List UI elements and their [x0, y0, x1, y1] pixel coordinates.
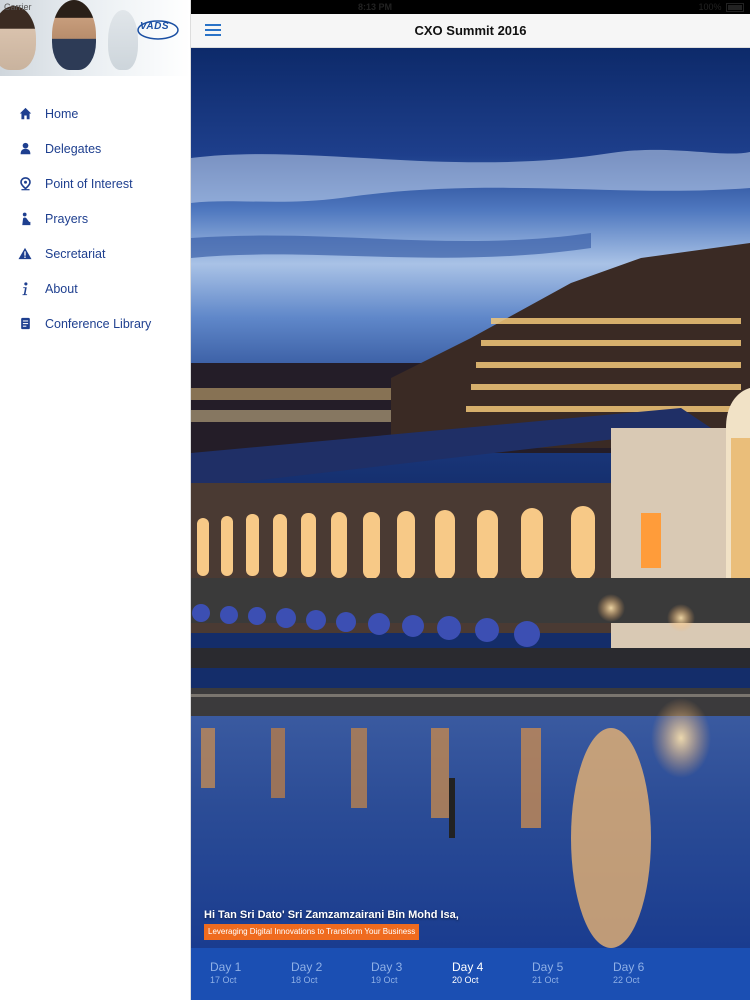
- day-date: 21 Oct: [532, 975, 559, 985]
- sidebar-nav: Home Delegates Point of Interest Prayers…: [0, 96, 190, 341]
- sidebar-item-prayers[interactable]: Prayers: [0, 201, 190, 236]
- map-pin-icon: [18, 176, 32, 191]
- clock: 8:13 PM: [357, 2, 392, 12]
- day-date: 19 Oct: [371, 975, 398, 985]
- hero-image: [191, 48, 750, 948]
- sidebar-item-conference-library[interactable]: Conference Library: [0, 306, 190, 341]
- city-night-photo: [191, 48, 750, 948]
- sidebar-item-label: About: [45, 281, 78, 296]
- greeting-text: Hi Tan Sri Dato' Sri Zamzamzairani Bin M…: [204, 909, 459, 921]
- sidebar: VADS Home Delegates Point of Interest Pr…: [0, 0, 191, 1000]
- sidebar-item-about[interactable]: About: [0, 271, 190, 306]
- battery-percent: 100%: [698, 2, 722, 12]
- day-label: Day 5: [532, 960, 564, 974]
- tab-day-5[interactable]: Day 5 21 Oct: [532, 960, 594, 985]
- sidebar-item-label: Point of Interest: [45, 176, 133, 191]
- tab-day-6[interactable]: Day 6 22 Oct: [613, 960, 675, 985]
- sidebar-item-home[interactable]: Home: [0, 96, 190, 131]
- day-label: Day 1: [210, 960, 242, 974]
- tab-day-4[interactable]: Day 4 20 Oct: [452, 960, 514, 985]
- info-icon: [18, 281, 32, 296]
- battery-icon: [726, 3, 744, 13]
- day-date: 20 Oct: [452, 975, 479, 985]
- sidebar-item-label: Home: [45, 106, 79, 121]
- day-date: 22 Oct: [613, 975, 640, 985]
- banner-photo-person: [108, 10, 138, 70]
- day-label: Day 6: [613, 960, 645, 974]
- sidebar-item-label: Conference Library: [45, 316, 152, 331]
- day-label: Day 2: [291, 960, 323, 974]
- tab-day-3[interactable]: Day 3 19 Oct: [371, 960, 433, 985]
- person-icon: [18, 142, 32, 156]
- prayer-icon: [18, 212, 32, 226]
- sidebar-item-secretariat[interactable]: Secretariat: [0, 236, 190, 271]
- logo-text: VADS: [140, 21, 170, 32]
- banner-photo-person: [0, 6, 36, 70]
- day-label: Day 4: [452, 960, 484, 974]
- day-date: 18 Oct: [291, 975, 318, 985]
- navigation-bar: CXO Summit 2016: [191, 14, 750, 48]
- battery-indicator: 100%: [698, 2, 744, 13]
- warning-icon: [18, 247, 32, 261]
- tab-day-2[interactable]: Day 2 18 Oct: [291, 960, 353, 985]
- tab-day-1[interactable]: Day 1 17 Oct: [210, 960, 272, 985]
- day-tab-bar: Day 1 17 Oct Day 2 18 Oct Day 3 19 Oct D…: [191, 948, 750, 1000]
- day-label: Day 3: [371, 960, 403, 974]
- day-date: 17 Oct: [210, 975, 237, 985]
- document-icon: [18, 317, 32, 331]
- status-bar: Carrier 8:13 PM 100%: [0, 0, 750, 14]
- sidebar-item-label: Delegates: [45, 141, 102, 156]
- page-title: CXO Summit 2016: [414, 23, 527, 38]
- sidebar-item-label: Secretariat: [45, 246, 106, 261]
- home-icon: [18, 107, 32, 121]
- sidebar-item-label: Prayers: [45, 211, 89, 226]
- event-tagline: Leveraging Digital Innovations to Transf…: [204, 924, 420, 940]
- sidebar-item-point-of-interest[interactable]: Point of Interest: [0, 166, 190, 201]
- sidebar-item-delegates[interactable]: Delegates: [0, 131, 190, 166]
